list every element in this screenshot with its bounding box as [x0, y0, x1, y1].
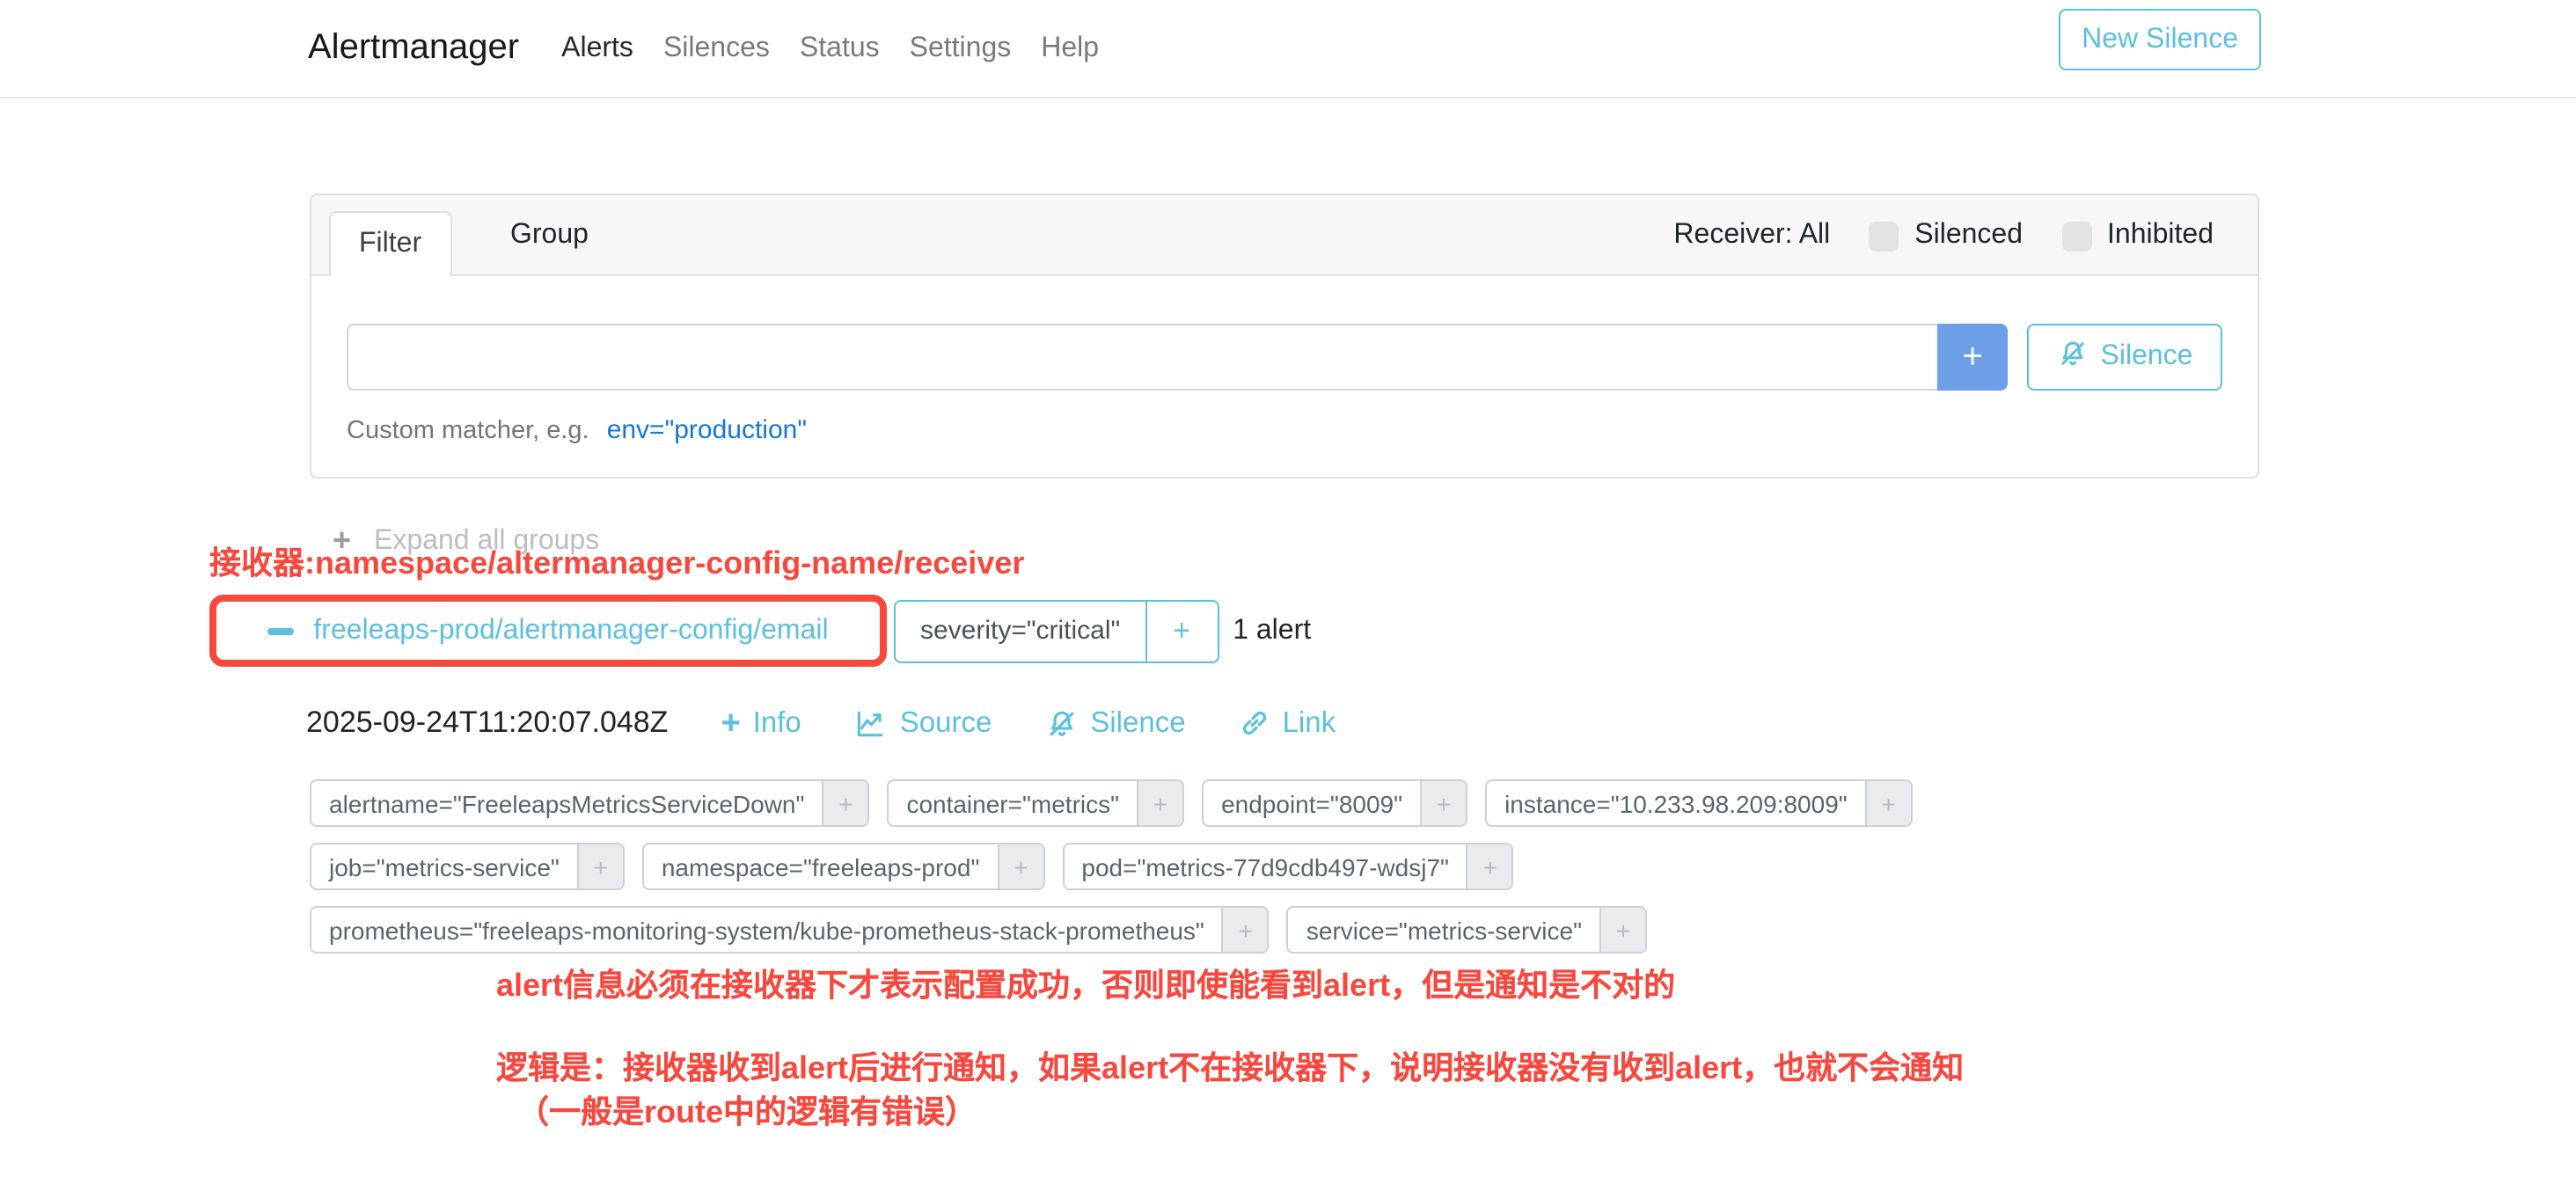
silenced-checkbox[interactable]: [1869, 221, 1899, 251]
group-matcher-add-button[interactable]: +: [1145, 601, 1217, 661]
plus-icon: +: [721, 706, 740, 740]
silenced-checkbox-wrap[interactable]: Silenced: [1869, 220, 2023, 252]
top-navbar: Alertmanager Alerts Silences Status Sett…: [0, 0, 2576, 99]
inhibited-checkbox[interactable]: [2061, 221, 2091, 251]
matcher-hint: Custom matcher, e.g. env="production": [347, 415, 2222, 445]
nav-item-silences[interactable]: Silences: [663, 33, 770, 64]
alert-label-job[interactable]: job="metrics-service": [311, 844, 577, 888]
nav-item-help[interactable]: Help: [1041, 33, 1099, 64]
annotation-config-note: alert信息必须在接收器下才表示配置成功，否则即使能看到alert，但是通知是…: [496, 966, 1675, 1006]
alert-label-service[interactable]: service="metrics-service": [1289, 908, 1599, 952]
annotation-receiver-note: 接收器:namespace/altermanager-config-name/r…: [209, 544, 1024, 584]
alert-link-label: Link: [1283, 706, 1336, 740]
nav-item-alerts[interactable]: Alerts: [561, 33, 633, 64]
nav-item-status[interactable]: Status: [800, 33, 880, 64]
app-brand: Alertmanager: [308, 28, 519, 69]
link-icon: [1239, 707, 1270, 739]
alert-label-pill: pod="metrics-77d9cdb497-wdsj7" +: [1062, 843, 1514, 890]
alert-label-pod[interactable]: pod="metrics-77d9cdb497-wdsj7": [1064, 844, 1467, 888]
group-matcher-chip: severity="critical" +: [894, 599, 1218, 662]
alert-label-endpoint[interactable]: endpoint="8009": [1204, 781, 1420, 825]
alert-label-pill: instance="10.233.98.209:8009" +: [1485, 779, 1913, 827]
add-label-filter-button[interactable]: +: [1420, 781, 1466, 825]
silence-button-label: Silence: [2101, 341, 2193, 373]
alert-label-pill: endpoint="8009" +: [1202, 779, 1467, 827]
add-label-filter-button[interactable]: +: [1599, 908, 1645, 952]
inhibited-checkbox-label: Inhibited: [2107, 220, 2214, 252]
new-silence-button[interactable]: New Silence: [2059, 9, 2261, 70]
nav-item-settings[interactable]: Settings: [910, 33, 1012, 64]
filter-card-header: Filter Group Receiver: All Silenced Inhi…: [311, 195, 2258, 276]
receiver-group-button[interactable]: freeleaps-prod/alertmanager-config/email: [313, 615, 828, 647]
alert-label-pill: alertname="FreeleapsMetricsServiceDown" …: [310, 779, 869, 827]
annotation-logic-note: 逻辑是：接收器收到alert后进行通知，如果alert不在接收器下，说明接收器没…: [496, 1049, 1964, 1089]
nav-links: Alerts Silences Status Settings Help: [561, 33, 1099, 64]
alert-label-instance[interactable]: instance="10.233.98.209:8009": [1487, 781, 1865, 825]
alert-group-row: freeleaps-prod/alertmanager-config/email…: [209, 595, 1311, 667]
alert-info-link[interactable]: + Info: [721, 706, 801, 740]
matcher-hint-example-link[interactable]: env="production": [607, 415, 807, 445]
alert-label-pill: service="metrics-service" +: [1287, 906, 1647, 954]
alert-count: 1 alert: [1233, 615, 1311, 647]
matcher-input[interactable]: [347, 324, 1937, 391]
add-label-filter-button[interactable]: +: [997, 844, 1043, 888]
alert-silence-link[interactable]: Silence: [1044, 706, 1185, 740]
annotation-route-note: （一般是route中的逻辑有错误）: [517, 1093, 977, 1133]
alert-timestamp: 2025-09-24T11:20:07.048Z: [306, 705, 668, 741]
tab-filter[interactable]: Filter: [329, 211, 451, 276]
alert-link-link[interactable]: Link: [1239, 706, 1336, 740]
add-label-filter-button[interactable]: +: [1222, 908, 1268, 952]
tab-group[interactable]: Group: [482, 195, 617, 276]
alert-label-prometheus[interactable]: prometheus="freeleaps-monitoring-system/…: [311, 908, 1222, 952]
chart-icon: [854, 706, 888, 740]
alert-header-row: 2025-09-24T11:20:07.048Z + Info Source: [306, 705, 1336, 741]
add-label-filter-button[interactable]: +: [577, 844, 623, 888]
filter-header-controls: Receiver: All Silenced Inhibited: [1673, 195, 2214, 276]
label-row: job="metrics-service" + namespace="freel…: [310, 843, 1913, 890]
silenced-checkbox-label: Silenced: [1914, 220, 2023, 252]
alert-labels: alertname="FreeleapsMetricsServiceDown" …: [310, 779, 1913, 954]
alert-source-label: Source: [900, 706, 992, 740]
alert-label-alertname[interactable]: alertname="FreeleapsMetricsServiceDown": [311, 781, 822, 825]
group-matcher-label[interactable]: severity="critical": [896, 601, 1145, 661]
label-row: alertname="FreeleapsMetricsServiceDown" …: [310, 779, 1913, 827]
alert-label-pill: namespace="freeleaps-prod" +: [642, 843, 1045, 890]
add-matcher-button[interactable]: +: [1937, 324, 2008, 391]
alertmanager-page: Alertmanager Alerts Silences Status Sett…: [0, 0, 2576, 1184]
bell-slash-icon: [1044, 706, 1078, 740]
collapse-minus-icon: [267, 627, 294, 634]
alert-label-pill: container="metrics" +: [887, 779, 1184, 827]
alert-label-pill: job="metrics-service" +: [310, 843, 625, 890]
alert-label-container[interactable]: container="metrics": [889, 781, 1137, 825]
alert-label-namespace[interactable]: namespace="freeleaps-prod": [644, 844, 998, 888]
matcher-hint-text: Custom matcher, e.g.: [347, 417, 589, 445]
matcher-input-row: + Silence: [347, 324, 2222, 391]
inhibited-checkbox-wrap[interactable]: Inhibited: [2061, 220, 2214, 252]
receiver-group-highlight-box: freeleaps-prod/alertmanager-config/email: [209, 595, 887, 667]
receiver-filter-label[interactable]: Receiver: All: [1673, 220, 1830, 252]
silence-button[interactable]: Silence: [2027, 324, 2222, 391]
filter-card: Filter Group Receiver: All Silenced Inhi…: [310, 194, 2259, 479]
filter-card-body: + Silence Custom matcher, e.g. env="prod…: [311, 278, 2258, 477]
add-label-filter-button[interactable]: +: [1865, 781, 1911, 825]
add-label-filter-button[interactable]: +: [1137, 781, 1182, 825]
alert-info-label: Info: [753, 706, 801, 740]
add-label-filter-button[interactable]: +: [1467, 844, 1512, 888]
alert-source-link[interactable]: Source: [854, 706, 992, 740]
label-row: prometheus="freeleaps-monitoring-system/…: [310, 906, 1913, 954]
bell-slash-icon: [2057, 337, 2089, 377]
alert-label-pill: prometheus="freeleaps-monitoring-system/…: [310, 906, 1270, 954]
alert-silence-label: Silence: [1090, 706, 1185, 740]
add-label-filter-button[interactable]: +: [822, 781, 867, 825]
